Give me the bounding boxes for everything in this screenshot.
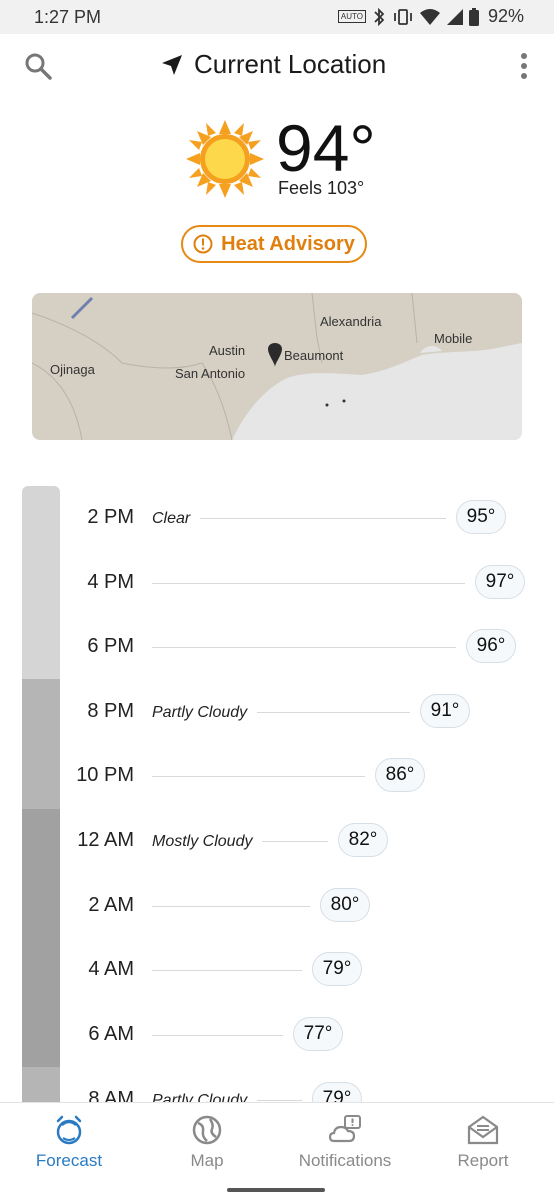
nav-notifications-label: Notifications (298, 1151, 392, 1170)
temp-line (152, 647, 456, 648)
hourly-row[interactable]: 6 AM 77° (0, 1011, 554, 1061)
temp-pill: 82° (338, 823, 388, 857)
map-label-ojinaga: Ojinaga (50, 362, 95, 377)
temp-line (152, 906, 310, 907)
temp-pill: 91° (420, 694, 470, 728)
bottom-navigation: Forecast Map Notifications Report (0, 1102, 554, 1181)
map-background (32, 293, 522, 440)
nav-notifications[interactable]: Notifications (276, 1103, 414, 1181)
hour-time: 4 AM (88, 958, 134, 980)
current-temperature: 94° (276, 111, 376, 185)
navigation-arrow-icon (162, 54, 182, 75)
nav-map[interactable]: Map (138, 1103, 276, 1181)
hour-time: 2 AM (88, 894, 134, 916)
temp-line (152, 583, 465, 584)
hourly-row[interactable]: 6 PM 96° (0, 623, 554, 673)
location-title: Current Location (194, 49, 387, 79)
map-label-austin: Austin (209, 343, 246, 358)
status-bar: 1:27 PM AUTO 92% (0, 0, 554, 34)
temp-line (152, 776, 365, 777)
globe-icon (192, 1115, 222, 1145)
hourly-row[interactable]: 4 AM 79° (0, 946, 554, 996)
hour-time: 10 PM (76, 764, 134, 786)
nav-report-label: Report (457, 1151, 509, 1170)
hourly-row[interactable]: 12 AM Mostly Cloudy 82° (0, 817, 554, 867)
home-indicator[interactable] (227, 1188, 325, 1192)
temp-line (152, 1035, 283, 1036)
report-envelope-icon (467, 1115, 499, 1145)
feels-like: Feels 103° (278, 178, 365, 198)
hourly-row[interactable]: 8 PM Partly Cloudy 91° (0, 688, 554, 738)
hourly-row[interactable]: 2 AM 80° (0, 882, 554, 932)
temp-pill: 97° (475, 565, 525, 599)
temp-pill: 86° (375, 758, 425, 792)
hour-condition: Mostly Cloudy (152, 833, 263, 851)
battery-icon (468, 7, 479, 26)
hourly-row[interactable]: 4 PM 97° (0, 559, 554, 609)
header: Current Location (0, 34, 554, 98)
notification-cloud-icon (328, 1115, 361, 1143)
auto-brightness-icon: AUTO (337, 10, 366, 23)
map-label-san-antonio: San Antonio (175, 366, 246, 381)
map-label-beaumont: Beaumont (284, 348, 344, 363)
temp-pill: 80° (320, 888, 370, 922)
signal-icon (446, 8, 463, 25)
alert-icon (193, 234, 213, 254)
map-label-alexandria: Alexandria (320, 314, 382, 329)
nav-forecast-label: Forecast (35, 1151, 103, 1170)
temp-pill: 95° (456, 500, 506, 534)
hour-time: 8 PM (87, 700, 134, 722)
battery-percent: 92% (487, 6, 524, 26)
hour-time: 6 AM (88, 1023, 134, 1045)
search-icon[interactable] (22, 50, 54, 82)
current-conditions: 94° Feels 103° (0, 110, 554, 220)
forecast-icon (56, 1115, 82, 1145)
hour-time: 2 PM (87, 506, 134, 528)
location-selector[interactable]: Current Location (160, 49, 386, 80)
advisory-label: Heat Advisory (221, 232, 355, 255)
sun-icon (186, 120, 264, 198)
status-icons: AUTO 92% (337, 6, 524, 27)
nav-report[interactable]: Report (414, 1103, 552, 1181)
bluetooth-icon (374, 7, 385, 26)
temp-line (152, 970, 302, 971)
hour-time: 6 PM (87, 635, 134, 657)
temp-pill: 77° (293, 1017, 343, 1051)
vibrate-icon (394, 8, 412, 25)
temp-pill: 96° (466, 629, 516, 663)
hour-time: 4 PM (87, 571, 134, 593)
hourly-row[interactable]: 10 PM 86° (0, 752, 554, 802)
map-label-mobile: Mobile (434, 331, 473, 346)
nav-forecast[interactable]: Forecast (0, 1103, 138, 1181)
hour-time: 12 AM (77, 829, 134, 851)
status-time: 1:27 PM (34, 7, 102, 27)
hour-condition: Partly Cloudy (152, 704, 258, 722)
nav-map-label: Map (190, 1151, 224, 1170)
temp-pill: 79° (312, 952, 362, 986)
hourly-row[interactable]: 2 PM Clear 95° (0, 494, 554, 544)
radar-map[interactable]: Alexandria Mobile Austin Beaumont Ojinag… (32, 293, 522, 440)
heat-advisory-button[interactable]: Heat Advisory (181, 225, 367, 263)
wifi-icon (419, 8, 440, 25)
more-options-icon[interactable] (518, 52, 530, 80)
gesture-bar (0, 1180, 554, 1200)
hour-condition: Clear (152, 510, 201, 528)
